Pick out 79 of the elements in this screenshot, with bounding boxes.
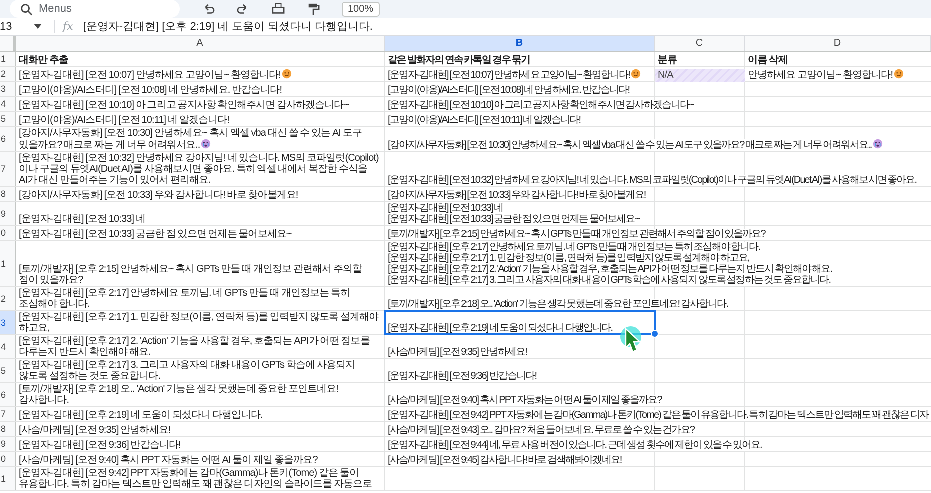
row-header[interactable]: 7 (0, 152, 16, 186)
column-header[interactable]: C (655, 36, 745, 51)
table-cell: [운영자-김대현] [오후 2:17] 1. 민감한 정보(이름, 연락처 등)를 입력받지 않도록 설계해야 하고요, (388, 253, 750, 264)
row-header[interactable]: 3 (0, 82, 16, 96)
row-header[interactable]: 2 (0, 287, 16, 310)
table-cell: [운영자-김대현] [오전 10:10] 아 그리고 공지사항 확인해주시면 감사하겠습니다~ (388, 100, 694, 111)
table-cell: [운영자-김대현] [오전 9:36] 반갑습니다! (19, 440, 181, 451)
table-cell: [운영자-김대현] [오전 10:10] 아 그리고 공지사항 확인해주시면 감사하겠습니다~ (19, 100, 350, 111)
table-cell-text: [운영자-김대현] [오후 2:17] 3. 그리고 사용자의 대화 내용이 GPTs 학습에 사용되지 않도록 설정하는 것도 중요합니다. (19, 360, 356, 382)
table-cell: [사슴/마케팅] [오전 9:35] 안녕하세요! (19, 425, 171, 436)
table-cell: [사슴/마케팅] [오전 9:45] 감사합니다! 바로 검색해봐야겠네요! (388, 455, 622, 466)
column-title: 이름 삭제 (748, 55, 788, 66)
table-cell: [운영자-김대현] [오후 2:19] 네 도움이 되셨다니 다행입니다. (19, 410, 263, 421)
column-title: 같은 발화자의 연속 카톡일 경우 묶기 (388, 55, 530, 66)
table-cell: 안녕하세요 고양이님~ 환영합니다! (748, 69, 904, 81)
table-cell: [사슴/마케팅] [오전 9:35] 안녕하세요! (388, 347, 527, 358)
column-header[interactable]: A (16, 36, 385, 51)
row-header[interactable]: 5 (0, 359, 16, 382)
table-cell: [운영자-김대현] [오후 2:17] 안녕하세요 토끼님. 네 GPTs 만들 때 개인정보는 특히 조심해야 합니다. (388, 242, 760, 253)
row-header[interactable]: 5 (0, 112, 16, 126)
table-cell: [토끼/개발자] [오후 2:15] 안녕하세요~ 혹시 GPTs 만들 때 개인정보 관련해서 주의할 점이 있을까요? (388, 229, 766, 240)
table-cell: [운영자-김대현] [오전 9:36] 반갑습니다! (388, 371, 537, 382)
formula-field[interactable]: [운영자-김대현] [오후 2:19] 네 도움이 되셨다니 다행입니다. (83, 19, 373, 34)
table-cell-text: [강아지/사무자동화] [오전 10:30] 안녕하세요~ 혹시 엑셀 vba 대신 쓸 수 있는 AI 도구 있을까요? 매크로 짜는 게 너무 어려워서요.. (19, 128, 363, 151)
row-header[interactable]: 9 (0, 437, 16, 451)
table-cell: [운영자-김대현] [오전 10:33] 네 (19, 214, 146, 225)
cell-reference[interactable]: 13 (0, 20, 34, 32)
row-header[interactable]: 9 (0, 202, 16, 225)
row-header[interactable]: 4 (0, 97, 16, 111)
table-cell: [운영자-김대현] [오전 9:44] 네, 무료 사용 버전이 있습니다. 근데 생성 횟수에 제한이 있을 수 있어요. (388, 440, 762, 451)
table-cell: [사슴/마케팅] [오전 9:40] 혹시 PPT 자동화는 어떤 AI 툴이 제일 좋을까요? (19, 455, 318, 466)
row-header[interactable]: 8 (0, 187, 16, 201)
column-header[interactable]: D (745, 36, 931, 51)
row-header[interactable]: 0 (0, 226, 16, 240)
column-title: 분류 (658, 55, 678, 66)
row-header[interactable]: 8 (0, 422, 16, 436)
table-cell: [운영자-김대현] [오후 2:19] 네 도움이 되셨다니 다행입니다. (388, 323, 613, 334)
row-header[interactable]: 6 (0, 127, 16, 151)
menu-search-field[interactable]: Menus (10, 0, 180, 18)
row-header[interactable]: 1 (0, 52, 16, 66)
table-cell: [운영자-김대현] [오전 10:32] 안녕하세요 강아지님! 네 있습니다. MS의 코파일럿(Copilot)이나 구글의 듀엣AI(Duet AI)를 사용해보시면 좋아요. (388, 175, 917, 186)
table-cell: [운영자-김대현] [오전 10:07] 안녕하세요 고양이님~ 환영합니다! (388, 69, 641, 81)
table-cell-text: [운영자-김대현] [오후 2:17] 안녕하세요 토끼님. 네 GPTs 만들 때 개인정보는 특히 조심해야 합니다. (19, 288, 351, 310)
table-cell: [운영자-김대현] [오후 2:17] 2. 'Action' 기능을 사용할 경우, 호출되는 API가 어떤 정보를 다루는지 반드시 확인해야 해요. (388, 264, 832, 275)
table-cell: [운영자-김대현] [오후 2:17] 3. 그리고 사용자의 대화 내용이 GPTs 학습에 사용되지 않도록 설정하는 것도 중요합니다. (388, 275, 831, 286)
row-header[interactable]: 1 (0, 467, 16, 490)
row-header[interactable]: 1 (0, 241, 16, 286)
column-header[interactable]: B (385, 36, 655, 51)
table-cell-text: [토끼/개발자] [오후 2:18] 오.. 'Action' 기능은 생각 못했는데 중요한 포인트네요! 감사합니다. (19, 384, 340, 406)
table-cell-text: [토끼/개발자] [오후 2:15] 안녕하세요~ 혹시 GPTs 만들 때 개인정보 관련해서 주의할 점이 있을까요? (19, 264, 364, 286)
row-header[interactable]: 7 (0, 407, 16, 421)
dropdown-chip[interactable]: N/A (655, 69, 745, 82)
table-cell: [운영자-김대현] [오전 10:33] 궁금한 점 있으면 언제든 물어보세요~ (19, 229, 292, 240)
table-cell-text: [운영자-김대현] [오후 2:17] 1. 민감한 정보(이름, 연락처 등)를 입력받지 않도록 설계해야 하고요, (19, 312, 380, 334)
table-cell: [고양이(야옹)/AI스터디] [오전 10:08] 네 안녕하세요. 반갑습니다! (19, 85, 282, 96)
table-cell: [사슴/마케팅] [오전 9:40] 혹시 PPT 자동화는 어떤 AI 툴이 제일 좋을까요? (388, 395, 662, 406)
zoom-dropdown[interactable]: 100% (342, 2, 380, 16)
table-cell: [사슴/마케팅] [오전 9:43] 오.. 감마요? 처음 들어보네요. 무료로 쓸 수 있는 건가요? (388, 425, 694, 436)
table-cell: [강아지/사무자동화] [오전 10:33] 우와 감사합니다! 바로 찾아볼게요! (388, 190, 646, 201)
table-cell: [고양이(야옹)/AI스터디] [오전 10:11] 네 알겠습니다! (388, 115, 581, 126)
table-cell: [강아지/사무자동화] [오전 10:33] 우와 감사합니다! 바로 찾아볼게요! (19, 190, 298, 201)
table-cell: [고양이(야옹)/AI스터디] [오전 10:08] 네 안녕하세요. 반갑습니다! (388, 85, 630, 96)
row-header[interactable]: 3 (0, 311, 16, 334)
table-cell-text: [운영자-김대현] [오전 9:42] PPT 자동화에는 감마(Gamma)나 톤키(Tome) 같은 툴이 유용합니다. 특히 감마는 텍스트만 입력해도 꽤 괜찮은 디자인의 슬라이드를 자동으로 (19, 468, 374, 490)
function-label: fx (54, 20, 84, 33)
row-header[interactable]: 0 (0, 452, 16, 466)
table-cell: [운영자-김대현] [오전 9:42] PPT 자동화에는 감마(Gamma)나 톤키(Tome) 같은 툴이 유용합니다. 특히 감마는 텍스트만 입력해도 꽤 괜찮은 디자 (388, 410, 929, 421)
table-cell-text: [운영자-김대현] [오전 10:32] 안녕하세요 강아지님! 네 있습니다. MS의 코파일럿(Copilot)이나 구글의 듀엣AI(Duet AI)를 사용해보시면 좋아요. 특히 엑셀 내에서 복잡한 수식을 AI가 대신 만들어주는 기능이 있어서 편리해요. (19, 153, 380, 186)
row-header[interactable]: 6 (0, 383, 16, 406)
column-title: 대화만 추출 (19, 55, 69, 66)
table-cell: [강아지/사무자동화] [오전 10:30] 안녕하세요~ 혹시 엑셀 vba 대신 쓸 수 있는 AI 도구 있을까요? 매크로 짜는 게 너무 어려워서요.. (388, 139, 883, 151)
table-cell: [고양이(야옹)/AI스터디] [오전 10:11] 네 알겠습니다! (19, 115, 230, 126)
table-cell-text: [운영자-김대현] [오후 2:17] 2. 'Action' 기능을 사용할 경우, 호출되는 API가 어떤 정보를 다루는지 반드시 확인해야 해요. (19, 336, 371, 358)
table-cell: [운영자-김대현] [오전 10:33] 궁금한 점 있으면 언제든 물어보세요~ (388, 214, 640, 225)
row-header[interactable]: 4 (0, 335, 16, 358)
row-header[interactable]: 2 (0, 67, 16, 81)
table-cell: [토끼/개발자] [오후 2:18] 오.. 'Action' 기능은 생각 못했는데 중요한 포인트네요! 감사합니다. (388, 299, 728, 310)
table-cell: [운영자-김대현] [오전 10:33] 네 (388, 203, 504, 214)
table-cell: [운영자-김대현] [오전 10:07] 안녕하세요 고양이님~ 환영합니다! (19, 69, 292, 81)
